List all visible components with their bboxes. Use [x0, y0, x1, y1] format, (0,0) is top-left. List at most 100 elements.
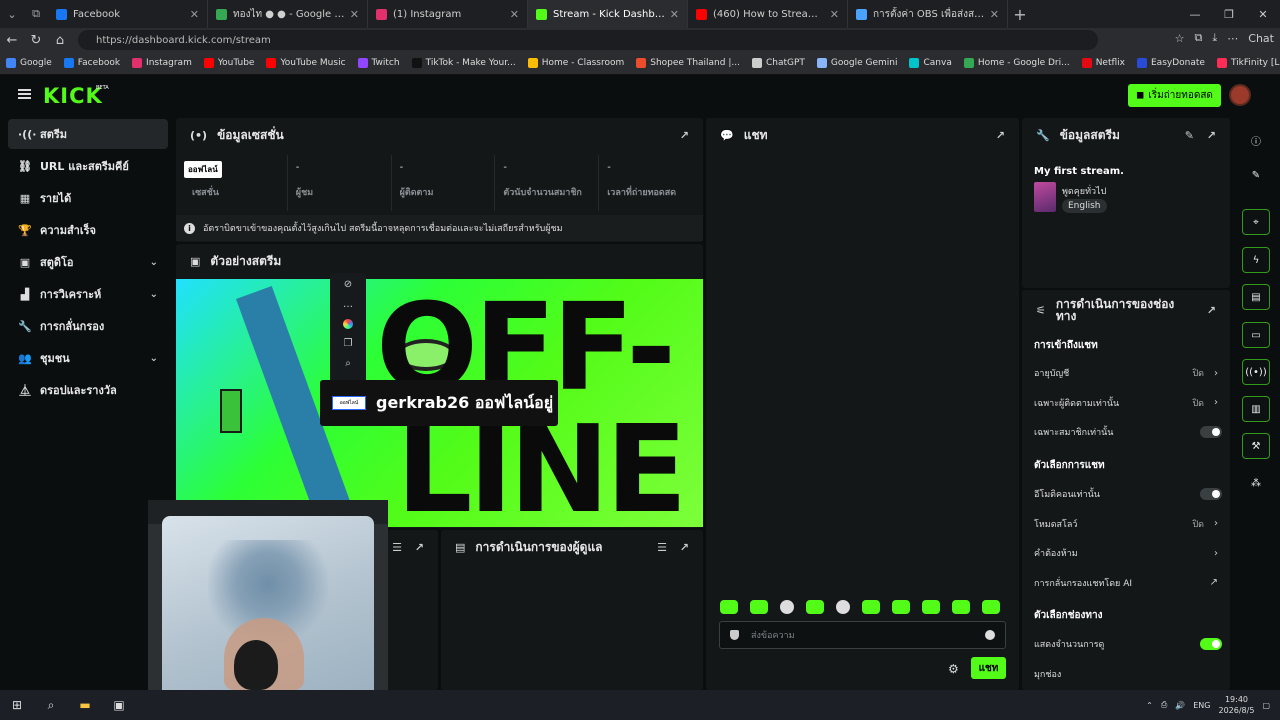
- chat-input[interactable]: ส่งข้อความ: [719, 621, 1006, 649]
- hide-icon[interactable]: ⊘: [344, 279, 352, 290]
- broadcast-icon[interactable]: ((•)): [1242, 359, 1270, 385]
- chevron-down-icon[interactable]: ⌄: [150, 353, 158, 364]
- toggle-switch[interactable]: [1200, 426, 1222, 438]
- bookmark-item[interactable]: TikFinity [LIVE]: [1216, 58, 1280, 68]
- sidebar-item[interactable]: ▦ รายได้: [8, 183, 168, 213]
- sidebar-item[interactable]: ⏅ ดรอปและรางวัล: [8, 375, 168, 405]
- sidebar-item[interactable]: ▣ สตูดิโอ ⌄: [8, 247, 168, 277]
- close-icon[interactable]: ✕: [190, 8, 199, 21]
- bookmark-item[interactable]: Twitch: [357, 58, 400, 68]
- extensions-icon[interactable]: ⧉: [1195, 31, 1203, 45]
- popout-icon[interactable]: ↗: [680, 129, 689, 142]
- emote-icon[interactable]: [720, 600, 738, 614]
- setting-row[interactable]: อายุบัญชี ปิด ›: [1034, 366, 1222, 380]
- setting-row[interactable]: แสดงจำนวนการดู: [1034, 637, 1222, 651]
- close-icon[interactable]: ✕: [830, 8, 839, 21]
- bookmark-item[interactable]: Home - Classroom: [527, 58, 624, 68]
- setting-row[interactable]: การกลั่นกรองแชทโดย AI ↗: [1034, 576, 1222, 590]
- download-icon[interactable]: ⤓: [1212, 31, 1217, 45]
- home-icon[interactable]: ⌂: [48, 33, 72, 48]
- edit-icon[interactable]: ✎: [1185, 129, 1194, 142]
- sidebar-item[interactable]: 👥 ชุมชน ⌄: [8, 343, 168, 373]
- reload-icon[interactable]: ↻: [24, 33, 48, 48]
- channel-actions-icon[interactable]: ▥: [1242, 396, 1270, 422]
- emote-icon[interactable]: [750, 600, 768, 614]
- app-icon[interactable]: ▣: [102, 690, 136, 720]
- emote-icon[interactable]: [806, 600, 824, 614]
- popout-icon[interactable]: ↗: [1207, 129, 1216, 142]
- file-explorer-icon[interactable]: ▬: [68, 690, 102, 720]
- emote-icon[interactable]: [922, 600, 940, 614]
- bookmark-item[interactable]: EasyDonate: [1137, 58, 1205, 68]
- clock[interactable]: 19:40 2026/8/5: [1219, 694, 1255, 716]
- setting-row[interactable]: เฉพาะสมาชิกเท่านั้น: [1034, 425, 1222, 439]
- bookmark-item[interactable]: Netflix: [1081, 58, 1125, 68]
- bookmark-item[interactable]: Google Gemini: [816, 58, 897, 68]
- popout-icon[interactable]: ↗: [1207, 304, 1216, 317]
- browser-tab[interactable]: การตั้งค่า OBS เพื่อส่งสตรีมไปที่✕: [848, 0, 1008, 28]
- setting-row[interactable]: เฉพาะผู้ติดตามเท่านั้น ปิด ›: [1034, 396, 1222, 410]
- chevron-right-icon[interactable]: ›: [1214, 518, 1218, 529]
- filter-icon[interactable]: ☰: [657, 541, 667, 554]
- wrench-icon[interactable]: ⚒: [1242, 433, 1270, 459]
- bookmark-item[interactable]: Instagram: [132, 58, 192, 68]
- copilot-chat-button[interactable]: Chat: [1248, 32, 1274, 45]
- sidebar-item[interactable]: ▟ การวิเคราะห์ ⌄: [8, 279, 168, 309]
- bookmark-item[interactable]: Google: [6, 58, 52, 68]
- restore-icon[interactable]: ❐: [1212, 0, 1246, 28]
- browser-tab[interactable]: (1) Instagram ✕: [368, 0, 528, 28]
- copy-icon[interactable]: ❐: [344, 338, 353, 349]
- sidebar-item[interactable]: ·((· สตรีม: [8, 119, 168, 149]
- popout-icon[interactable]: ↗: [996, 129, 1005, 142]
- more-icon[interactable]: …: [343, 299, 353, 310]
- windows-start-icon[interactable]: ⊞: [0, 690, 34, 720]
- bookmark-item[interactable]: Canva: [909, 58, 952, 68]
- setting-row[interactable]: คำต้องห้าม ›: [1034, 546, 1222, 560]
- emote-icon[interactable]: [862, 600, 880, 614]
- avatar[interactable]: [1229, 84, 1251, 106]
- browser-tab[interactable]: Facebook ✕: [48, 0, 208, 28]
- close-icon[interactable]: ✕: [350, 8, 359, 21]
- setting-row[interactable]: อีโมติคอนเท่านั้น: [1034, 487, 1222, 501]
- bookmark-item[interactable]: Facebook: [63, 58, 120, 68]
- back-icon[interactable]: ←: [0, 33, 24, 48]
- share-icon[interactable]: ⁂: [1242, 470, 1270, 496]
- star-icon[interactable]: ☆: [1175, 32, 1185, 45]
- bookmark-item[interactable]: Shopee Thailand |...: [636, 58, 740, 68]
- search-icon[interactable]: ⌕: [345, 358, 351, 369]
- close-window-icon[interactable]: ✕: [1246, 0, 1280, 28]
- tab-search-icon[interactable]: ⌄: [0, 0, 24, 28]
- bookmark-item[interactable]: ChatGPT: [751, 58, 805, 68]
- chat-bubble-icon[interactable]: ▭: [1242, 322, 1270, 348]
- emote-icon[interactable]: [982, 600, 1000, 614]
- camera-focus-icon[interactable]: ⌖: [1242, 209, 1270, 235]
- chevron-down-icon[interactable]: ⌄: [150, 289, 158, 300]
- sidebar-item[interactable]: ⛓ URL และสตรีมคีย์: [8, 151, 168, 181]
- category-name[interactable]: พูดคุยทั่วไป: [1062, 184, 1106, 198]
- popout-icon[interactable]: ↗: [415, 541, 424, 554]
- emote-icon[interactable]: [952, 600, 970, 614]
- sidebar-item[interactable]: 🏆 ความสำเร็จ: [8, 215, 168, 245]
- setting-row[interactable]: มุกช่อง: [1034, 667, 1222, 681]
- external-link-icon[interactable]: ↗: [1210, 577, 1218, 588]
- popout-icon[interactable]: ↗: [680, 541, 689, 554]
- search-icon[interactable]: ⌕: [34, 690, 68, 720]
- chevron-down-icon[interactable]: ⌄: [150, 257, 158, 268]
- bookmark-item[interactable]: YouTube Music: [266, 58, 346, 68]
- tab-groups-icon[interactable]: ⧉: [24, 0, 48, 28]
- kick-logo[interactable]: KICK: [43, 84, 103, 108]
- menu-icon[interactable]: [18, 89, 31, 99]
- minimize-icon[interactable]: —: [1178, 0, 1212, 28]
- bookmark-item[interactable]: TikTok - Make Your...: [411, 58, 516, 68]
- bookmark-item[interactable]: Home - Google Dri...: [963, 58, 1070, 68]
- color-wheel-icon[interactable]: [343, 319, 353, 329]
- volume-icon[interactable]: 🔊: [1175, 701, 1185, 710]
- sidebar-item[interactable]: 🔧 การกลั่นกรอง: [8, 311, 168, 341]
- close-icon[interactable]: ✕: [510, 8, 519, 21]
- emoji-icon[interactable]: [985, 630, 995, 640]
- new-tab-button[interactable]: +: [1008, 5, 1032, 24]
- language-indicator[interactable]: ENG: [1193, 701, 1210, 710]
- go-live-button[interactable]: ◼ เริ่มถ่ายทอดสด: [1128, 84, 1221, 107]
- browser-tab[interactable]: (460) How to Stream to Kick on PC✕: [688, 0, 848, 28]
- chevron-right-icon[interactable]: ›: [1214, 548, 1218, 559]
